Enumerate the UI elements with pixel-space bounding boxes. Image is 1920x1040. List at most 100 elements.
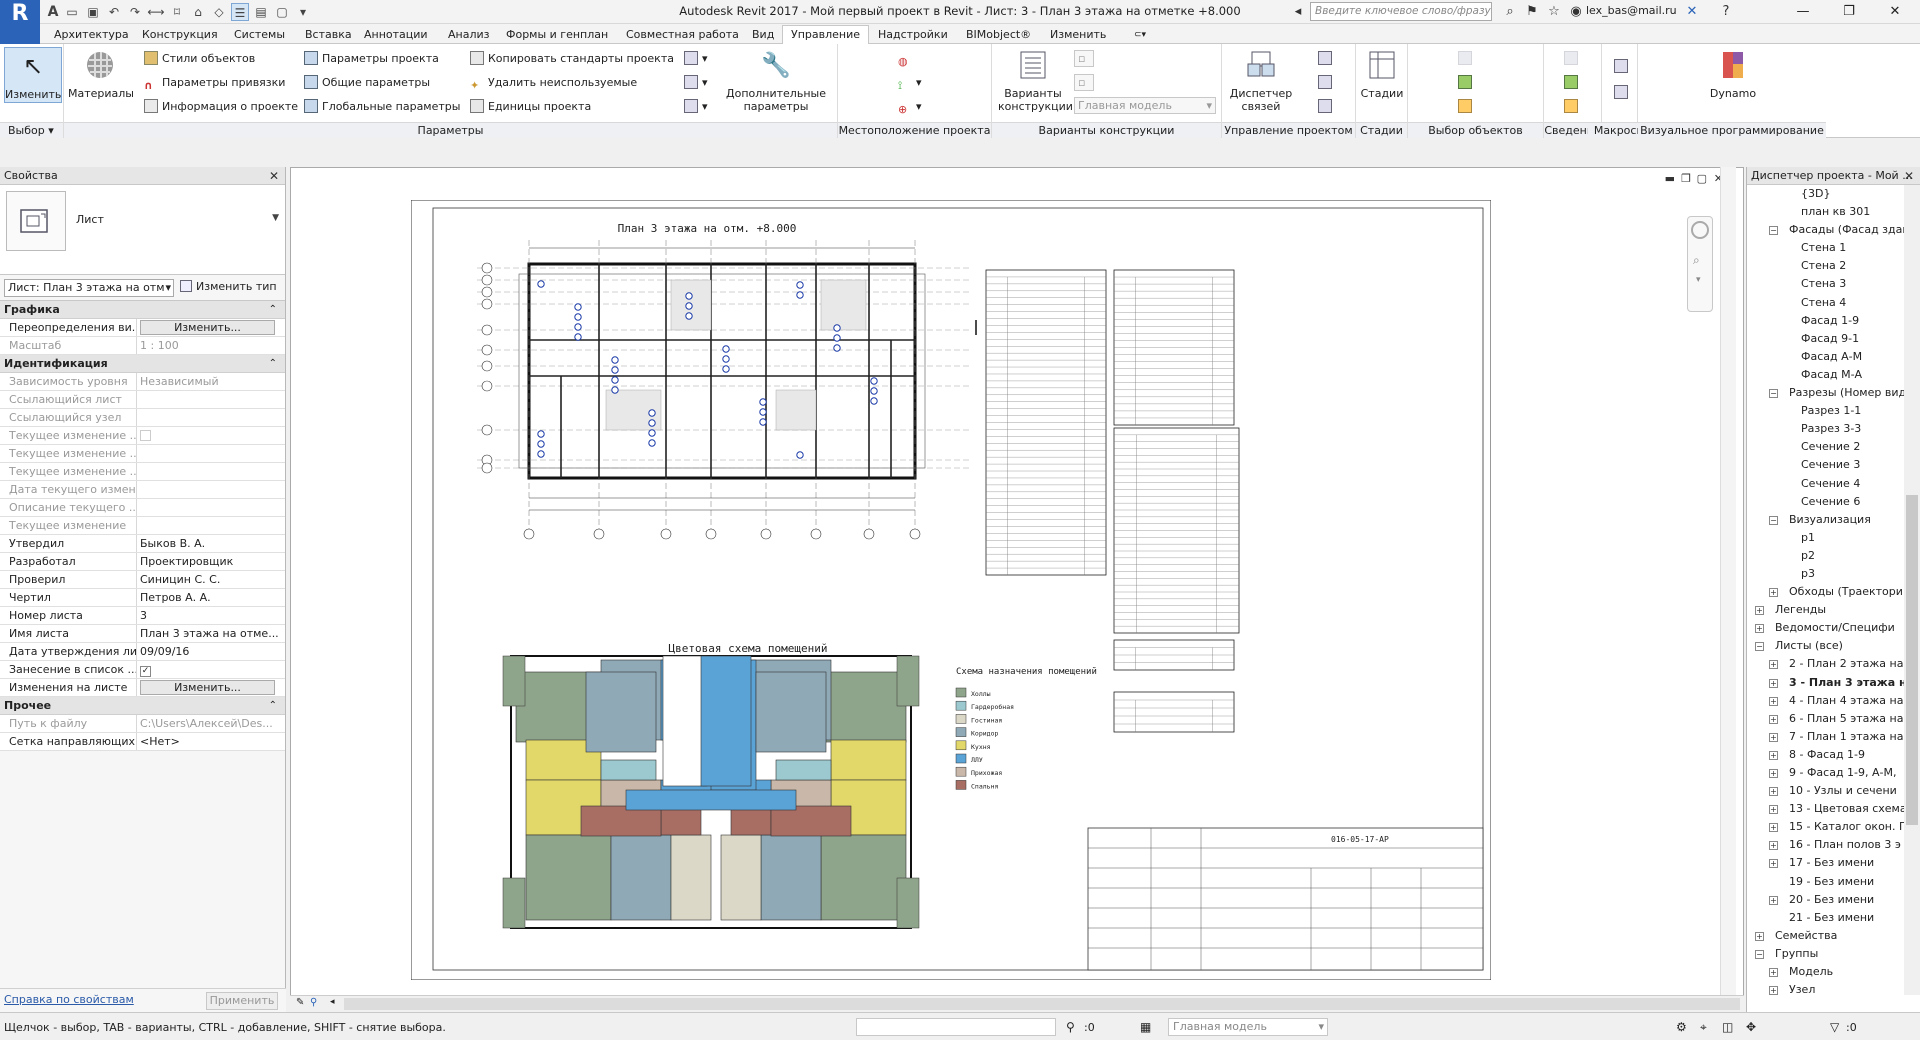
- property-value[interactable]: Быков В. А.: [137, 535, 285, 552]
- face-select-icon[interactable]: ◫: [1722, 1020, 1733, 1034]
- type-selector[interactable]: Лист ▼: [0, 185, 285, 275]
- browser-item[interactable]: +16 - План полов 3 э: [1747, 836, 1905, 854]
- hidden-elements-icon[interactable]: ⚲: [310, 997, 317, 1008]
- tab-addins[interactable]: Надстройки: [878, 26, 948, 44]
- select-by-id-button[interactable]: [1564, 74, 1582, 92]
- browser-item[interactable]: {3D}: [1747, 185, 1905, 203]
- collapse-icon[interactable]: −: [1769, 389, 1778, 399]
- nav-dropdown-icon[interactable]: ▾: [1696, 275, 1701, 285]
- drag-select-icon[interactable]: ✥: [1746, 1020, 1756, 1034]
- tab-architecture[interactable]: Архитектура: [54, 26, 129, 44]
- browser-item[interactable]: Фасад М-А: [1747, 366, 1905, 384]
- close-button[interactable]: ✕: [1872, 0, 1918, 24]
- snaps-button[interactable]: ∩ Параметры привязки: [144, 74, 285, 92]
- expand-icon[interactable]: +: [1755, 931, 1764, 941]
- browser-item[interactable]: Сечение 6: [1747, 493, 1905, 511]
- user-name[interactable]: lex_bas@mail.ru: [1586, 4, 1677, 17]
- collapse-icon[interactable]: −: [1755, 642, 1764, 652]
- shared-parameters-button[interactable]: Общие параметры: [304, 74, 430, 92]
- chevron-down-icon[interactable]: ▼: [272, 213, 279, 223]
- steering-wheel-icon[interactable]: [1691, 221, 1709, 239]
- decal-types-button[interactable]: [1318, 74, 1336, 92]
- apply-button[interactable]: Применить: [206, 992, 278, 1010]
- user-icon[interactable]: ◉: [1566, 2, 1586, 21]
- property-value[interactable]: Проектировщик: [137, 553, 285, 570]
- browser-item[interactable]: − Разрезы (Номер вид: [1747, 384, 1905, 402]
- browser-item[interactable]: +7 - План 1 этажа на: [1747, 728, 1905, 746]
- browser-item[interactable]: Фасад А-М: [1747, 348, 1905, 366]
- active-design-option[interactable]: Главная модель ▾: [1168, 1018, 1328, 1036]
- edit-type-button[interactable]: Изменить тип: [180, 279, 277, 297]
- expand-icon[interactable]: +: [1769, 714, 1778, 724]
- browser-item[interactable]: 19 - Без имени: [1747, 873, 1905, 891]
- coordinates-button[interactable]: ⟟ ▾: [898, 74, 922, 92]
- macro-security-button[interactable]: [1614, 84, 1632, 102]
- panel-select-label[interactable]: Выбор ▾: [0, 122, 63, 138]
- expand-icon[interactable]: +: [1769, 660, 1778, 670]
- browser-item[interactable]: Стена 4: [1747, 294, 1905, 312]
- property-value[interactable]: Петров А. А.: [137, 589, 285, 606]
- tab-structure[interactable]: Конструкция: [142, 26, 218, 44]
- browser-item[interactable]: +2 - План 2 этажа на: [1747, 655, 1905, 673]
- view-vertical-scrollbar[interactable]: [1720, 167, 1736, 995]
- scrollbar-thumb[interactable]: [344, 998, 1740, 1010]
- worksets-icon[interactable]: ⚲: [1066, 1020, 1075, 1034]
- additional-settings-button[interactable]: 🔧 Дополнительные параметры: [724, 47, 828, 114]
- browser-item[interactable]: +13 - Цветовая схема: [1747, 800, 1905, 818]
- collapse-icon[interactable]: −: [1769, 226, 1778, 236]
- expand-icon[interactable]: +: [1769, 787, 1778, 797]
- property-checkbox[interactable]: ✓: [140, 666, 151, 677]
- expand-icon[interactable]: +: [1769, 750, 1778, 760]
- expand-icon[interactable]: +: [1769, 732, 1778, 742]
- browser-item[interactable]: +8 - Фасад 1-9: [1747, 746, 1905, 764]
- browser-item[interactable]: + Семейства: [1747, 927, 1905, 945]
- filter-icon[interactable]: ▽: [1830, 1020, 1839, 1034]
- project-info-button[interactable]: Информация о проекте: [144, 98, 298, 116]
- help-icon[interactable]: ?: [1716, 2, 1736, 21]
- warnings-button[interactable]: [1564, 98, 1582, 116]
- close-icon[interactable]: ✕: [1904, 167, 1914, 185]
- ribbon-minimize-icon[interactable]: ⊂▾: [1134, 26, 1146, 44]
- browser-scrollbar-thumb[interactable]: [1906, 495, 1918, 825]
- favorites-icon[interactable]: ☆: [1544, 2, 1564, 21]
- phases-button[interactable]: Стадии: [1360, 47, 1404, 100]
- browser-item[interactable]: p2: [1747, 547, 1905, 565]
- project-units-button[interactable]: Единицы проекта: [470, 98, 591, 116]
- instance-filter-dropdown[interactable]: Лист: План 3 этажа на отме ▾: [4, 279, 174, 297]
- mep-settings-button[interactable]: ▾: [684, 74, 708, 92]
- search-input[interactable]: Введите ключевое слово/фразу: [1310, 2, 1492, 21]
- browser-item[interactable]: + Узел: [1747, 981, 1905, 995]
- purge-unused-button[interactable]: ✦ Удалить неиспользуемые: [470, 74, 637, 92]
- browser-item[interactable]: Разрез 1-1: [1747, 402, 1905, 420]
- design-options-button[interactable]: Варианты конструкции: [998, 47, 1073, 113]
- property-value[interactable]: <Нет>: [137, 733, 285, 750]
- tab-annotate[interactable]: Аннотации: [364, 26, 428, 44]
- browser-item[interactable]: 21 - Без имени: [1747, 909, 1905, 927]
- transfer-standards-button[interactable]: Копировать стандарты проекта: [470, 50, 674, 68]
- expand-icon[interactable]: +: [1769, 895, 1778, 905]
- manage-links-button[interactable]: Диспетчер связей: [1226, 47, 1296, 113]
- browser-item[interactable]: + Модель: [1747, 963, 1905, 981]
- pinned-select-icon[interactable]: ⌖: [1700, 1020, 1707, 1035]
- collapse-icon[interactable]: ⌃: [269, 697, 277, 714]
- property-edit-button[interactable]: Изменить...: [140, 680, 275, 695]
- browser-item[interactable]: − Фасады (Фасад здан: [1747, 221, 1905, 239]
- collapse-icon[interactable]: −: [1769, 515, 1778, 525]
- properties-section[interactable]: Графика ⌃: [0, 301, 285, 319]
- link-select-icon[interactable]: ⚙: [1676, 1020, 1687, 1034]
- save-selection-button[interactable]: [1458, 50, 1476, 68]
- expand-icon[interactable]: +: [1755, 606, 1764, 616]
- tab-view[interactable]: Вид: [752, 26, 774, 44]
- tab-manage[interactable]: Управление: [782, 25, 870, 44]
- collapse-icon[interactable]: ⌃: [269, 355, 277, 372]
- edit-selection-button[interactable]: [1458, 98, 1476, 116]
- view-restore-icon[interactable]: ❐: [1681, 172, 1691, 185]
- browser-item[interactable]: +6 - План 5 этажа на: [1747, 710, 1905, 728]
- materials-button[interactable]: Материалы: [68, 47, 134, 100]
- expand-icon[interactable]: +: [1755, 624, 1764, 634]
- macro-manager-button[interactable]: [1614, 58, 1632, 76]
- close-icon[interactable]: ✕: [269, 167, 279, 185]
- browser-item[interactable]: Фасад 9-1: [1747, 330, 1905, 348]
- exchange-icon[interactable]: ✕: [1682, 2, 1702, 21]
- design-option-combo[interactable]: Главная модель ▾: [1074, 97, 1216, 114]
